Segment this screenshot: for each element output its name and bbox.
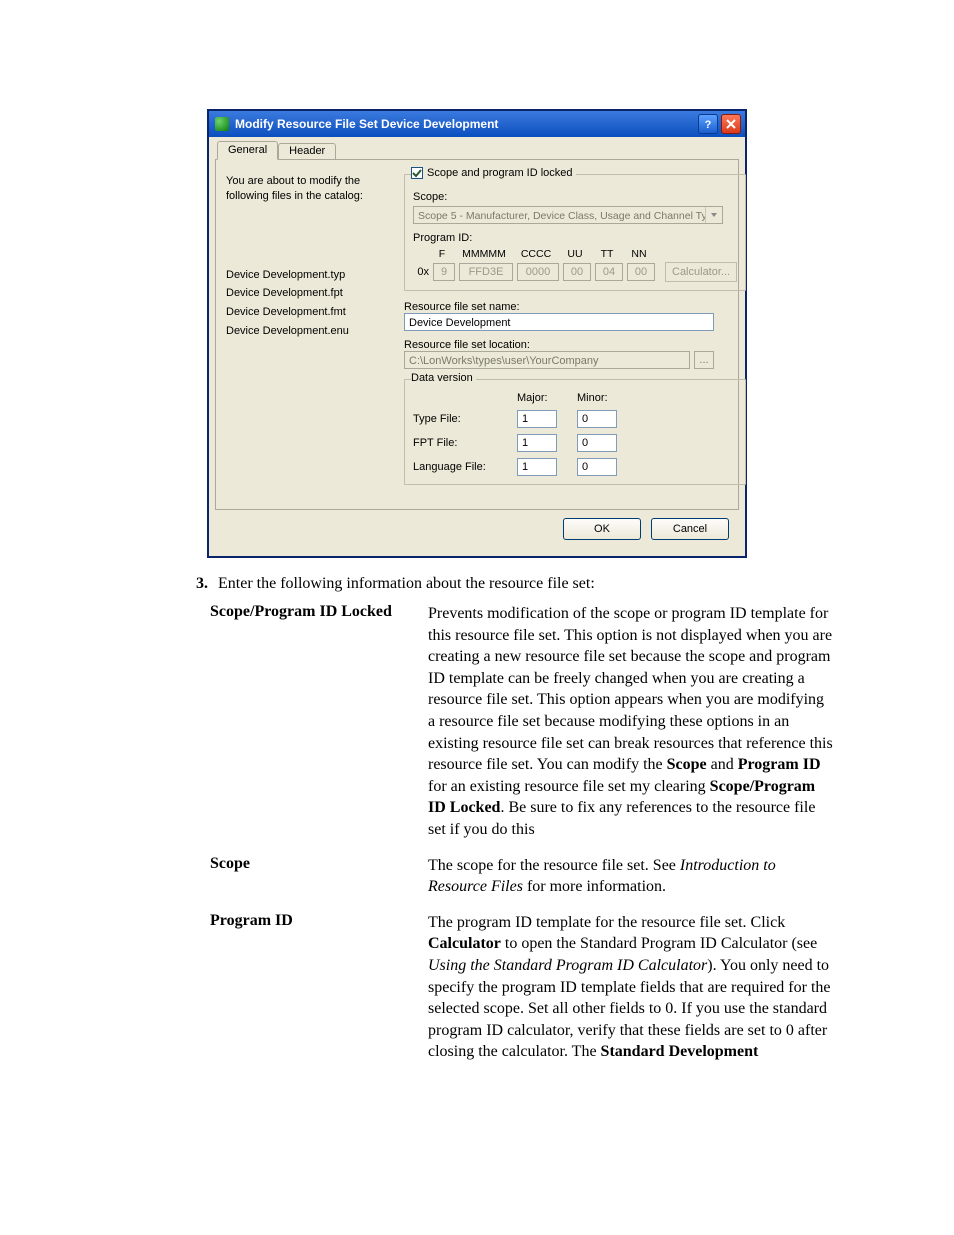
def-desc: The scope for the resource file set. See… bbox=[428, 855, 834, 898]
pid-n-input bbox=[627, 263, 655, 281]
scope-label: Scope: bbox=[413, 191, 447, 203]
dv-type-minor[interactable] bbox=[577, 410, 617, 428]
dv-fpt-label: FPT File: bbox=[413, 437, 517, 449]
close-button[interactable] bbox=[721, 114, 741, 134]
dv-lang-minor[interactable] bbox=[577, 458, 617, 476]
pid-prefix: 0x bbox=[413, 266, 429, 278]
pid-column-labels: F MMMMM CCCC UU TT NN bbox=[431, 248, 737, 260]
dv-lang-label: Language File: bbox=[413, 461, 517, 473]
scope-groupbox: Scope and program ID locked Scope: Scope… bbox=[404, 174, 746, 291]
def-term: Scope bbox=[210, 855, 428, 898]
svg-text:?: ? bbox=[705, 119, 712, 130]
pid-m-input bbox=[459, 263, 513, 281]
calculator-button: Calculator... bbox=[665, 262, 737, 282]
def-term: Program ID bbox=[210, 912, 428, 1063]
tabpanel-general: You are about to modify the following fi… bbox=[215, 159, 739, 510]
pid-t-input bbox=[595, 263, 623, 281]
file-item: Device Development.typ bbox=[226, 266, 390, 285]
name-input[interactable]: Device Development bbox=[404, 313, 714, 331]
pid-u-input bbox=[563, 263, 591, 281]
scope-select: Scope 5 - Manufacturer, Device Class, Us… bbox=[413, 206, 723, 224]
help-button[interactable]: ? bbox=[698, 114, 718, 134]
file-item: Device Development.fmt bbox=[226, 303, 390, 322]
def-program-id: Program ID The program ID template for t… bbox=[210, 912, 834, 1063]
location-label: Resource file set location: bbox=[404, 339, 746, 351]
dialog-title: Modify Resource File Set Device Developm… bbox=[235, 117, 698, 131]
file-item: Device Development.enu bbox=[226, 322, 390, 341]
modify-resource-dialog: Modify Resource File Set Device Developm… bbox=[208, 110, 746, 557]
file-list: Device Development.typ Device Developmen… bbox=[226, 266, 390, 341]
pid-c-input bbox=[517, 263, 559, 281]
dv-type-major[interactable] bbox=[517, 410, 557, 428]
def-desc: The program ID template for the resource… bbox=[428, 912, 834, 1063]
scope-locked-label: Scope and program ID locked bbox=[427, 167, 573, 179]
scope-value: Scope 5 - Manufacturer, Device Class, Us… bbox=[418, 210, 718, 222]
tab-general[interactable]: General bbox=[217, 141, 278, 160]
app-icon bbox=[215, 117, 229, 131]
dv-fpt-major[interactable] bbox=[517, 434, 557, 452]
location-input: C:\LonWorks\types\user\YourCompany bbox=[404, 351, 690, 369]
dv-fpt-minor[interactable] bbox=[577, 434, 617, 452]
browse-button[interactable]: ... bbox=[694, 351, 714, 369]
dv-type-label: Type File: bbox=[413, 413, 517, 425]
data-version-groupbox: Data version Major: Minor: Type File: bbox=[404, 379, 746, 485]
step-text: Enter the following information about th… bbox=[218, 575, 595, 593]
data-version-legend: Data version bbox=[411, 372, 473, 384]
step-number: 3. bbox=[170, 575, 218, 593]
def-desc: Prevents modification of the scope or pr… bbox=[428, 603, 834, 841]
cancel-button[interactable]: Cancel bbox=[651, 518, 729, 540]
pid-f-input bbox=[433, 263, 455, 281]
dialog-titlebar[interactable]: Modify Resource File Set Device Developm… bbox=[209, 111, 745, 137]
intro-text: You are about to modify the following fi… bbox=[226, 174, 390, 204]
dv-minor-header: Minor: bbox=[577, 392, 637, 404]
check-icon bbox=[412, 168, 422, 178]
chevron-down-icon bbox=[705, 207, 722, 223]
def-scope-locked: Scope/Program ID Locked Prevents modific… bbox=[210, 603, 834, 841]
step-3: 3. Enter the following information about… bbox=[170, 575, 834, 593]
program-id-label: Program ID: bbox=[413, 232, 472, 244]
scope-locked-checkbox[interactable] bbox=[411, 167, 423, 179]
tab-header[interactable]: Header bbox=[278, 143, 336, 160]
dv-lang-major[interactable] bbox=[517, 458, 557, 476]
def-term: Scope/Program ID Locked bbox=[210, 603, 428, 841]
dv-major-header: Major: bbox=[517, 392, 577, 404]
file-item: Device Development.fpt bbox=[226, 284, 390, 303]
name-label: Resource file set name: bbox=[404, 301, 746, 313]
ok-button[interactable]: OK bbox=[563, 518, 641, 540]
tabstrip: General Header bbox=[215, 141, 739, 160]
def-scope: Scope The scope for the resource file se… bbox=[210, 855, 834, 898]
